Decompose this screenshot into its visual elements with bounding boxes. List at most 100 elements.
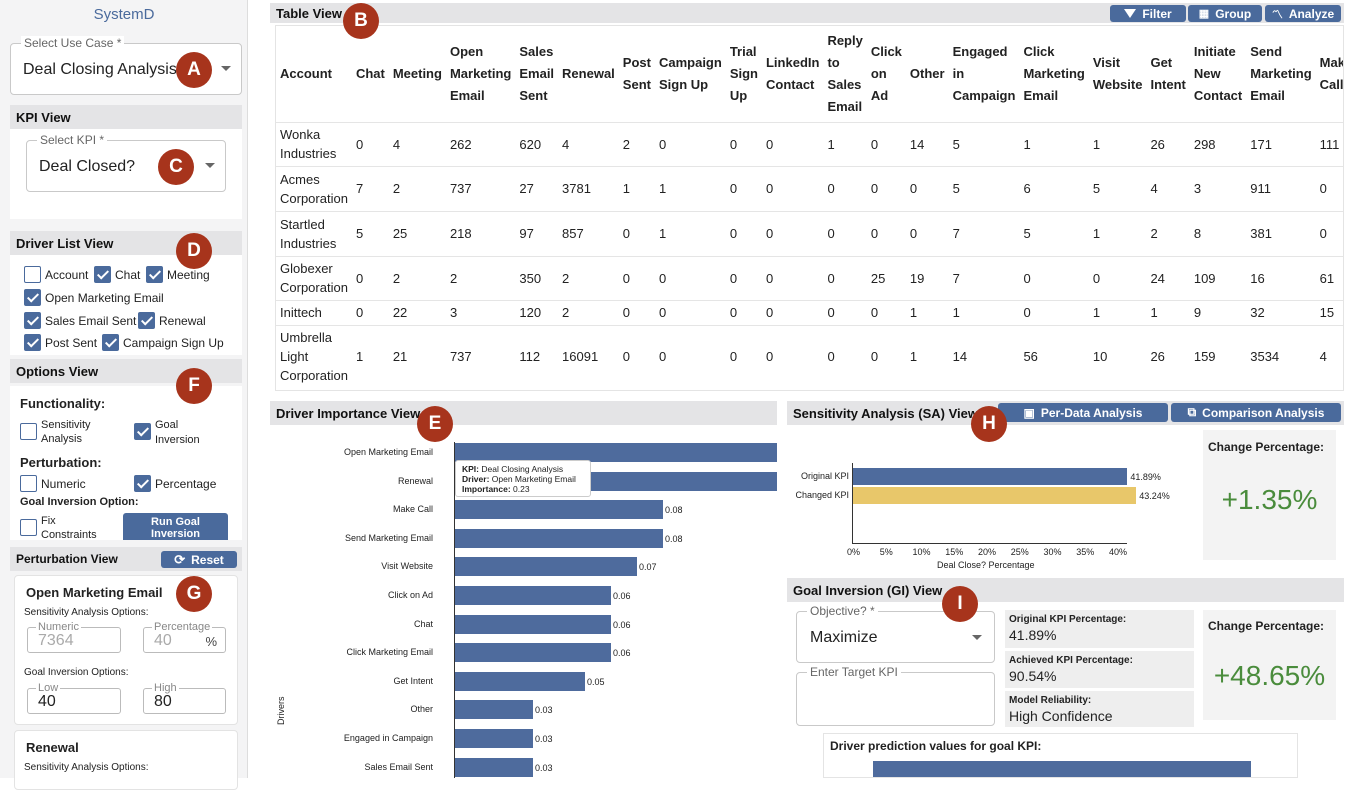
- percentage-option[interactable]: Percentage: [134, 475, 216, 492]
- numeric-option[interactable]: Numeric: [20, 475, 86, 492]
- checkbox[interactable]: [134, 423, 151, 440]
- table-cell: 0: [823, 210, 867, 256]
- table-cell: 120: [515, 299, 559, 325]
- checkbox[interactable]: [146, 266, 163, 283]
- checkbox[interactable]: [20, 519, 37, 536]
- analyze-button[interactable]: 〽 Analyze: [1265, 5, 1341, 22]
- importance-bar[interactable]: [455, 586, 611, 605]
- target-kpi-input[interactable]: Enter Target KPI: [796, 665, 995, 726]
- driver-item-renewal[interactable]: Renewal: [138, 312, 206, 329]
- column-header[interactable]: Chat: [352, 26, 389, 122]
- column-header[interactable]: Reply to Sales Email: [823, 26, 866, 122]
- checkbox[interactable]: [24, 289, 41, 306]
- percent-sign: %: [205, 634, 217, 649]
- checkbox[interactable]: [20, 423, 37, 440]
- table-row[interactable]: Globexer Corporation 0 2 2 350 2 0 0 0 0 0 25 19 7 0 0 2…: [276, 255, 1343, 300]
- low-field[interactable]: Low 40: [27, 682, 121, 714]
- driver-item-meeting[interactable]: Meeting: [146, 266, 210, 283]
- driver-item-chat[interactable]: Chat: [94, 266, 140, 283]
- marker-b: B: [343, 3, 379, 39]
- per-data-analysis-button[interactable]: ▣ Per-Data Analysis: [998, 403, 1168, 422]
- column-header[interactable]: Other: [906, 26, 949, 122]
- table-cell: 0: [725, 121, 762, 166]
- importance-bar[interactable]: [455, 500, 663, 520]
- table-cell: 0: [1019, 255, 1089, 300]
- column-header[interactable]: Sales Email Sent: [515, 26, 558, 122]
- column-header[interactable]: Trial Sign Up: [726, 26, 762, 122]
- driver-item-campaign-sign-up[interactable]: Campaign Sign Up: [102, 334, 224, 351]
- table-row[interactable]: Startled Industries 5 25 218 97 857 0 1 0 0 0 0 0 7 5 1…: [276, 210, 1343, 256]
- importance-bar[interactable]: [455, 614, 611, 634]
- checkbox[interactable]: [24, 334, 41, 351]
- column-header[interactable]: Open Marketing Email: [446, 26, 515, 122]
- importance-bar[interactable]: [455, 671, 585, 691]
- comparison-analysis-button[interactable]: ⧉ Comparison Analysis: [1171, 403, 1341, 422]
- table-cell: 1: [905, 324, 949, 388]
- refresh-icon: ⟳: [174, 551, 186, 567]
- fix-constraints-option[interactable]: Fix Constraints: [20, 514, 97, 540]
- column-header[interactable]: Get Intent: [1146, 26, 1189, 122]
- checkbox[interactable]: [20, 475, 37, 492]
- importance-bar[interactable]: [455, 528, 663, 548]
- table-cell: 5: [351, 210, 389, 256]
- goal-inversion-label: Goal Inversion: [155, 419, 200, 446]
- checkbox[interactable]: [94, 266, 111, 283]
- kpi-select[interactable]: Select KPI * Deal Closed?: [26, 133, 226, 192]
- high-field[interactable]: High 80: [143, 682, 226, 714]
- column-header[interactable]: Send Marketing Email: [1246, 26, 1315, 122]
- driver-item-account[interactable]: Account: [24, 266, 88, 283]
- column-header[interactable]: Click on Ad: [867, 26, 906, 122]
- importance-bar[interactable]: [455, 729, 533, 748]
- sensitivity-option[interactable]: Sensitivity Analysis: [20, 418, 91, 446]
- next-sa-options-label: Sensitivity Analysis Options:: [24, 762, 149, 773]
- original-kpi-value: 41.89%: [1009, 627, 1057, 643]
- importance-bar[interactable]: [455, 757, 533, 777]
- checkbox[interactable]: [24, 312, 41, 329]
- sa-tick-label: 10%: [912, 547, 931, 557]
- table-row[interactable]: Umbrella Light Corporation 1 21 737 112 16091…: [276, 324, 1343, 388]
- column-header[interactable]: Post Sent: [619, 26, 655, 122]
- checkbox[interactable]: [134, 475, 151, 492]
- column-header[interactable]: Account: [276, 26, 352, 122]
- checkbox[interactable]: [102, 334, 119, 351]
- column-header[interactable]: Meeting: [389, 26, 446, 122]
- run-goal-inversion-button[interactable]: Run Goal Inversion: [123, 513, 228, 540]
- importance-bar[interactable]: [455, 700, 533, 720]
- checkbox[interactable]: [24, 266, 41, 283]
- driver-item-open-marketing-email[interactable]: Open Marketing Email: [24, 289, 164, 306]
- low-field-value: 40: [38, 693, 56, 710]
- sa-bar-label: Original KPI: [800, 471, 849, 481]
- bar-value: 0.05: [587, 676, 605, 687]
- table-row[interactable]: Acmes Corporation 7 2 737 27 3781 1 1 0 0 0 0 0 5 6 5 4 3…: [276, 165, 1343, 211]
- driver-item-post-sent[interactable]: Post Sent: [24, 334, 97, 351]
- column-header[interactable]: Engaged in Campaign: [949, 26, 1020, 122]
- column-header[interactable]: Make Call: [1316, 26, 1343, 122]
- filter-button[interactable]: Filter: [1110, 5, 1186, 22]
- table-row[interactable]: Wonka Industries 0 4 262 620 4 2 0 0 0 1 0 14 5 1 1 26 29…: [276, 121, 1343, 166]
- reset-button[interactable]: ⟳ Reset: [161, 551, 237, 568]
- table-cell: 1: [654, 165, 726, 211]
- checkbox[interactable]: [138, 312, 155, 329]
- table-cell: 16: [1246, 255, 1316, 300]
- column-header[interactable]: LinkedIn Contact: [762, 26, 823, 122]
- table-cell: 0: [761, 165, 824, 211]
- table-cell: 3781: [558, 165, 619, 211]
- column-header[interactable]: Renewal: [558, 26, 619, 122]
- column-header[interactable]: Click Marketing Email: [1019, 26, 1088, 122]
- table-row[interactable]: Inittech022312020000001101193215False: [276, 299, 1343, 325]
- sa-bar[interactable]: [853, 468, 1128, 485]
- sensitivity-label: Sensitivity Analysis: [41, 419, 91, 445]
- percentage-field[interactable]: Percentage 40 %: [143, 621, 226, 653]
- driver-item-sales-email-sent[interactable]: Sales Email Sent: [24, 312, 136, 329]
- column-header[interactable]: Visit Website: [1089, 26, 1147, 122]
- column-header[interactable]: Campaign Sign Up: [655, 26, 726, 122]
- bar-value: 0.03: [535, 734, 553, 744]
- group-button[interactable]: ▦ Group: [1188, 5, 1262, 22]
- sa-bar[interactable]: [853, 487, 1137, 504]
- column-header[interactable]: Initiate New Contact: [1190, 26, 1246, 122]
- importance-bar[interactable]: [455, 557, 637, 577]
- importance-bar[interactable]: [455, 643, 611, 663]
- goal-inversion-option[interactable]: Goal Inversion: [134, 418, 200, 448]
- table-cell: 97: [515, 210, 559, 256]
- numeric-field[interactable]: Numeric 7364: [27, 621, 121, 653]
